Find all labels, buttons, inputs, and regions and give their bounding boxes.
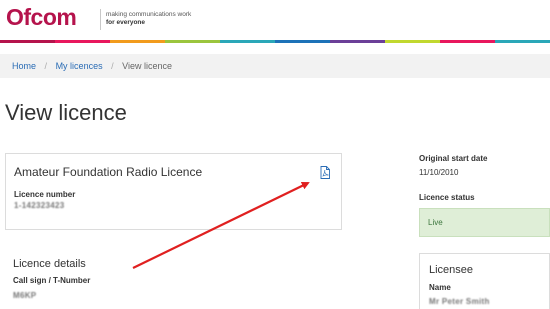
pdf-file-icon[interactable]: [320, 166, 330, 179]
page-title: View licence: [5, 100, 127, 125]
stripe-segment: [275, 40, 330, 43]
status-value: Live: [428, 218, 443, 227]
stripe-segment: [165, 40, 220, 43]
logo-divider: [100, 9, 101, 30]
licensee-card: Licensee Name Mr Peter Smith: [419, 253, 550, 309]
tagline-line2: for everyone: [106, 19, 146, 26]
licensee-name-label: Name: [429, 283, 451, 292]
breadcrumb-separator: /: [44, 61, 48, 71]
start-date-value: 11/10/2010: [419, 168, 459, 177]
ofcom-logo[interactable]: Ofcom: [6, 4, 77, 30]
tagline: making communications work for everyone: [106, 11, 191, 27]
status-badge: Live: [419, 208, 550, 237]
licence-summary-card: Amateur Foundation Radio Licence Licence…: [5, 153, 342, 230]
stripe-segment: [440, 40, 495, 43]
stripe-segment: [330, 40, 385, 43]
licence-details-heading: Licence details: [13, 258, 86, 270]
tagline-line1: making communications work: [106, 11, 192, 18]
licence-status-label: Licence status: [419, 193, 475, 202]
licence-number-value: 1-142323423: [14, 201, 65, 210]
breadcrumb-my-licences-link[interactable]: My licences: [56, 61, 103, 71]
brand-color-stripe: [0, 40, 550, 43]
callsign-label: Call sign / T-Number: [13, 276, 91, 285]
breadcrumb: Home / My licences / View licence: [0, 54, 550, 78]
stripe-segment: [220, 40, 275, 43]
breadcrumb-home-link[interactable]: Home: [12, 61, 36, 71]
stripe-segment: [110, 40, 165, 43]
licensee-heading: Licensee: [429, 264, 474, 276]
stripe-segment: [495, 40, 550, 43]
licence-title: Amateur Foundation Radio Licence: [14, 165, 203, 179]
breadcrumb-separator: /: [111, 61, 114, 71]
site-header: Ofcom making communications work for eve…: [0, 0, 550, 42]
start-date-label: Original start date: [419, 154, 488, 163]
callsign-value: M6KP: [13, 291, 37, 300]
stripe-segment: [55, 40, 110, 43]
licensee-name-value: Mr Peter Smith: [429, 297, 490, 306]
stripe-segment: [0, 40, 55, 43]
stripe-segment: [385, 40, 440, 43]
breadcrumb-current: View licence: [122, 61, 172, 71]
licence-number-label: Licence number: [14, 190, 76, 199]
